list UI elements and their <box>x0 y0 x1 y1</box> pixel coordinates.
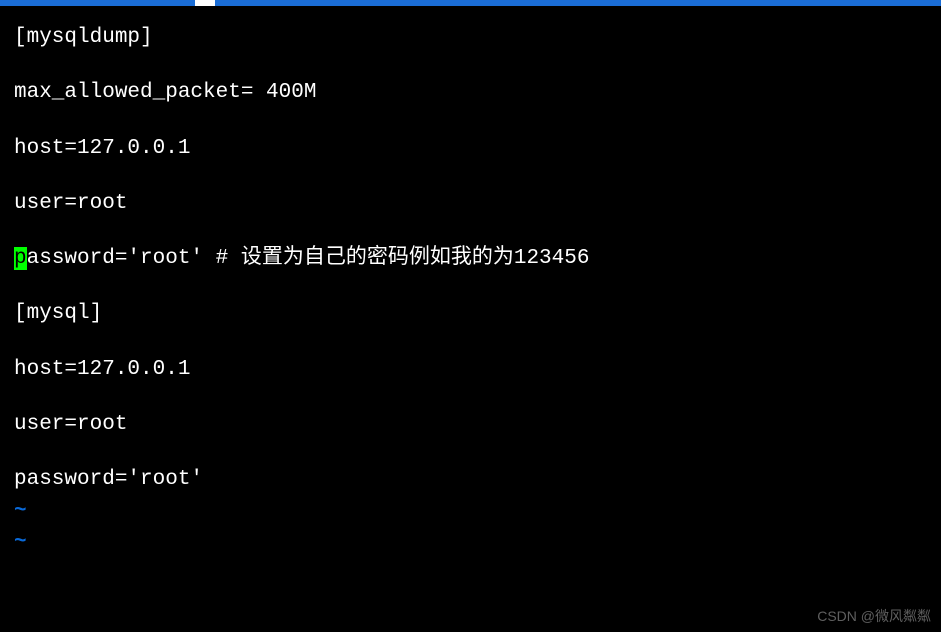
config-line: host=127.0.0.1 <box>14 356 927 383</box>
config-line: [mysqldump] <box>14 24 927 51</box>
config-line: host=127.0.0.1 <box>14 135 927 162</box>
config-line: password='root' # 设置为自己的密码例如我的为123456 <box>14 245 927 272</box>
vim-tilde: ~ <box>14 529 927 556</box>
window-title-bar <box>0 0 941 6</box>
config-line: [mysql] <box>14 300 927 327</box>
config-line: max_allowed_packet= 400M <box>14 79 927 106</box>
vim-tilde: ~ <box>14 498 927 525</box>
terminal-content: [mysqldump] max_allowed_packet= 400M hos… <box>0 6 941 578</box>
cursor: p <box>14 247 27 270</box>
config-line: user=root <box>14 411 927 438</box>
config-line: password='root' <box>14 466 927 493</box>
csdn-watermark: CSDN @微风粼粼 <box>817 606 931 626</box>
config-line: user=root <box>14 190 927 217</box>
